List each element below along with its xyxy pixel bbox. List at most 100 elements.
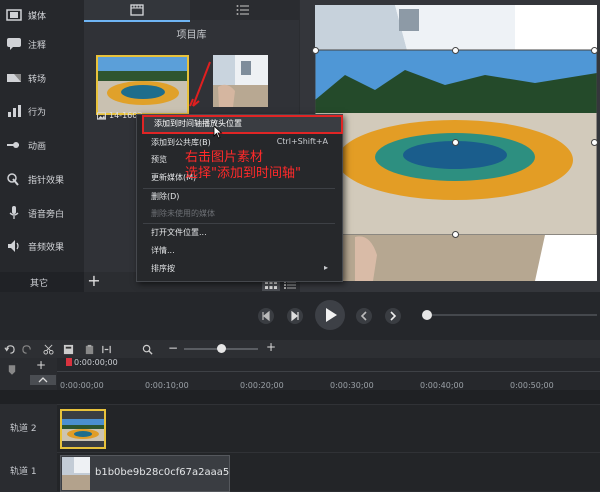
menu-separator [143,223,335,224]
microphone-icon [9,206,19,219]
sidebar-item-animation[interactable]: 动画 [0,130,84,160]
library-tabs [84,0,299,22]
center-handle[interactable] [452,139,459,149]
sidebar-item-voice-narration[interactable]: 语音旁白 [0,198,84,228]
ruler-line [57,371,600,372]
scrubber-track[interactable] [432,314,597,316]
transition-icon [7,74,21,82]
menu-item-open-file-location[interactable]: 打开文件位置... [151,227,207,238]
sidebar-item-label: 音频效果 [28,243,65,253]
sidebar-item-label: 媒体 [28,12,47,22]
tick-label: 0:00:00;00 [60,381,104,390]
sidebar-item-cursor-effects[interactable]: 指针效果 [0,164,84,194]
image-file-icon [97,112,106,120]
track-header-1[interactable]: 轨道 1 [0,452,57,490]
tick-label: 0:00:10;00 [145,381,189,390]
resize-handle[interactable] [312,47,319,57]
sidebar-item-annotation[interactable]: 注释 [0,29,84,59]
track-header-top: + [0,358,57,390]
timeline-clip-hotspring[interactable] [60,409,106,449]
clip-filename: b1b0be9b28c0cf67a2aaa5 [95,467,230,478]
hotspring-thumbnail-image [98,57,187,113]
playhead-time: 0:00:00;00 [74,358,118,367]
sidebar-item-label: 行为 [28,108,47,118]
clip-thumbnail-image [62,419,104,441]
collapse-button[interactable] [30,375,56,385]
track-header-2[interactable]: 轨道 2 [0,404,57,452]
tick-label: 0:00:40;00 [420,381,464,390]
tick-label: 0:00:30;00 [330,381,374,390]
timeline-toolbar: − + [0,340,600,358]
preview-canvas[interactable] [312,5,598,281]
cursor-effect-icon [7,173,19,186]
list-icon [284,281,296,289]
step-forward-icon [291,310,299,322]
tick-label: 0:00:50;00 [510,381,554,390]
chevron-left-icon [360,311,367,321]
animation-icon [7,142,19,148]
highlighted-menu-item-label: 添加到时间轴播放头位置 [154,119,242,128]
chevron-up-icon [38,377,48,383]
marker-icon[interactable] [8,364,16,376]
tick-label: 0:00:20;00 [240,381,284,390]
mouse-cursor-icon [213,125,223,139]
list-icon [236,5,249,15]
highlighted-menu-item[interactable]: 添加到时间轴播放头位置 [142,115,343,134]
film-icon [130,4,144,16]
sidebar-item-behavior[interactable]: 行为 [0,96,84,126]
sidebar-item-label: 注释 [28,41,47,51]
audio-effect-icon [8,240,19,252]
tab-media-bin[interactable] [84,0,190,22]
scrubber-handle[interactable] [422,310,432,320]
split-icon[interactable] [101,344,112,355]
resize-handle[interactable] [591,139,598,149]
playback-controls [0,292,600,340]
resize-handle[interactable] [591,47,598,57]
sidebar-item-audio-effects[interactable]: 音频效果 [0,231,84,261]
menu-item-details[interactable]: 详情... [151,245,175,256]
menu-item-sort-by[interactable]: 排序按 [151,263,175,274]
zoom-icon [142,344,153,355]
house-thumbnail-image [213,55,268,107]
next-clip-button[interactable] [385,308,401,324]
redo-icon[interactable] [22,344,33,355]
add-tool-button[interactable]: + [86,272,102,290]
zoom-slider-handle[interactable] [217,344,226,353]
copy-icon[interactable] [63,344,74,355]
sidebar-item-label: 动画 [28,142,47,152]
sidebar-item-label: 转场 [28,75,47,85]
zoom-in-icon[interactable]: + [266,340,276,354]
sidebar-item-transition[interactable]: 转场 [0,63,84,93]
annotation-icon [7,38,21,50]
play-button[interactable] [315,300,345,330]
annotation-line-2: 选择"添加到时间轴" [185,166,301,181]
resize-handle[interactable] [452,231,459,241]
tab-library-list[interactable] [190,0,296,20]
cut-icon[interactable] [43,344,54,355]
playhead-marker[interactable] [66,358,72,366]
track-label: 轨道 1 [10,467,37,477]
track-lane-2[interactable] [57,404,600,453]
chevron-right-icon [390,311,397,321]
paste-icon[interactable] [84,344,95,355]
menu-item-shortcut: Ctrl+Shift+A [276,137,328,146]
resize-handle[interactable] [452,47,459,57]
add-track-icon[interactable]: + [36,358,46,372]
sidebar-item-label: 指针效果 [28,176,65,186]
media-thumbnail-house[interactable] [213,55,268,107]
media-thumbnail-hotspring[interactable] [96,55,189,115]
previous-clip-button[interactable] [356,308,372,324]
next-frame-button[interactable] [287,308,303,324]
zoom-out-icon[interactable]: − [168,341,178,355]
more-tools-button[interactable]: 其它 [0,272,84,292]
sidebar-item-label: 语音旁白 [28,210,65,220]
undo-icon[interactable] [4,344,15,355]
previous-frame-button[interactable] [258,308,274,324]
sidebar-item-media[interactable]: 媒体 [0,0,84,30]
menu-item-delete-unused-media: 删除未使用的媒体 [151,209,215,218]
step-back-icon [262,310,270,322]
menu-item-delete[interactable]: 删除(D) [151,191,179,202]
timeline-clip-track1[interactable]: b1b0be9b28c0cf67a2aaa5 [60,455,230,492]
menu-item-preview[interactable]: 预览 [151,154,167,165]
library-title: 项目库 [176,30,207,41]
